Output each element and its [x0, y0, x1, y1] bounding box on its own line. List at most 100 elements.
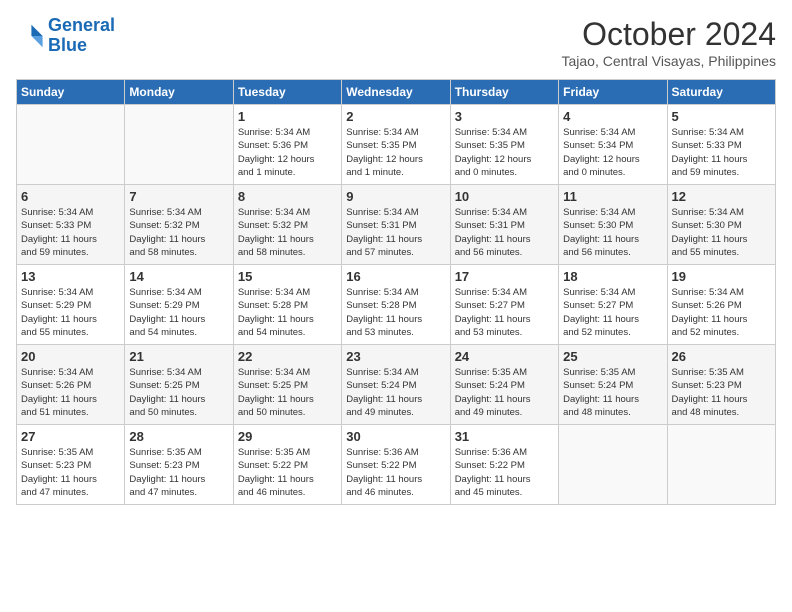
day-info: Sunrise: 5:35 AM Sunset: 5:23 PM Dayligh… [672, 366, 771, 419]
day-info: Sunrise: 5:34 AM Sunset: 5:32 PM Dayligh… [238, 206, 337, 259]
day-number: 29 [238, 429, 337, 444]
calendar-cell [125, 105, 233, 185]
calendar-cell: 30 Sunrise: 5:36 AM Sunset: 5:22 PM Dayli… [342, 425, 450, 505]
calendar-cell: 13 Sunrise: 5:34 AM Sunset: 5:29 PM Dayli… [17, 265, 125, 345]
day-number: 20 [21, 349, 120, 364]
calendar-cell [17, 105, 125, 185]
logo-line1: General [48, 15, 115, 35]
day-number: 3 [455, 109, 554, 124]
day-number: 14 [129, 269, 228, 284]
day-info: Sunrise: 5:34 AM Sunset: 5:29 PM Dayligh… [129, 286, 228, 339]
calendar-cell: 9 Sunrise: 5:34 AM Sunset: 5:31 PM Daylig… [342, 185, 450, 265]
logo-line2: Blue [48, 35, 87, 55]
day-number: 7 [129, 189, 228, 204]
day-number: 19 [672, 269, 771, 284]
calendar-cell: 29 Sunrise: 5:35 AM Sunset: 5:22 PM Dayli… [233, 425, 341, 505]
calendar-cell: 10 Sunrise: 5:34 AM Sunset: 5:31 PM Dayli… [450, 185, 558, 265]
calendar-cell: 18Sunrise: 5:34 AM Sunset: 5:27 PM Dayli… [559, 265, 667, 345]
day-number: 27 [21, 429, 120, 444]
day-number: 4 [563, 109, 662, 124]
day-info: Sunrise: 5:34 AM Sunset: 5:35 PM Dayligh… [346, 126, 445, 179]
day-number: 31 [455, 429, 554, 444]
weekday-header-thursday: Thursday [450, 80, 558, 105]
day-number: 25 [563, 349, 662, 364]
day-info: Sunrise: 5:34 AM Sunset: 5:33 PM Dayligh… [21, 206, 120, 259]
day-number: 23 [346, 349, 445, 364]
day-info: Sunrise: 5:36 AM Sunset: 5:22 PM Dayligh… [455, 446, 554, 499]
calendar-cell [667, 425, 775, 505]
weekday-header-wednesday: Wednesday [342, 80, 450, 105]
day-info: Sunrise: 5:34 AM Sunset: 5:30 PM Dayligh… [672, 206, 771, 259]
calendar-cell: 16 Sunrise: 5:34 AM Sunset: 5:28 PM Dayli… [342, 265, 450, 345]
page-header: General Blue October 2024 Tajao, Central… [16, 16, 776, 69]
day-number: 2 [346, 109, 445, 124]
day-info: Sunrise: 5:34 AM Sunset: 5:33 PM Dayligh… [672, 126, 771, 179]
day-info: Sunrise: 5:34 AM Sunset: 5:35 PM Dayligh… [455, 126, 554, 179]
calendar-cell: 23 Sunrise: 5:34 AM Sunset: 5:24 PM Dayli… [342, 345, 450, 425]
day-info: Sunrise: 5:34 AM Sunset: 5:28 PM Dayligh… [238, 286, 337, 339]
day-info: Sunrise: 5:34 AM Sunset: 5:26 PM Dayligh… [21, 366, 120, 419]
day-number: 24 [455, 349, 554, 364]
calendar-cell: 7 Sunrise: 5:34 AM Sunset: 5:32 PM Daylig… [125, 185, 233, 265]
day-number: 6 [21, 189, 120, 204]
calendar-cell: 27Sunrise: 5:35 AM Sunset: 5:23 PM Dayli… [17, 425, 125, 505]
calendar-cell: 28 Sunrise: 5:35 AM Sunset: 5:23 PM Dayli… [125, 425, 233, 505]
calendar-cell: 25 Sunrise: 5:35 AM Sunset: 5:24 PM Dayli… [559, 345, 667, 425]
calendar-cell: 14 Sunrise: 5:34 AM Sunset: 5:29 PM Dayli… [125, 265, 233, 345]
calendar-cell: 20 Sunrise: 5:34 AM Sunset: 5:26 PM Dayli… [17, 345, 125, 425]
day-info: Sunrise: 5:34 AM Sunset: 5:27 PM Dayligh… [563, 286, 662, 339]
day-info: Sunrise: 5:34 AM Sunset: 5:31 PM Dayligh… [346, 206, 445, 259]
day-info: Sunrise: 5:35 AM Sunset: 5:23 PM Dayligh… [129, 446, 228, 499]
day-info: Sunrise: 5:34 AM Sunset: 5:25 PM Dayligh… [238, 366, 337, 419]
weekday-header-monday: Monday [125, 80, 233, 105]
calendar-cell: 31 Sunrise: 5:36 AM Sunset: 5:22 PM Dayli… [450, 425, 558, 505]
weekday-header-friday: Friday [559, 80, 667, 105]
day-info: Sunrise: 5:34 AM Sunset: 5:24 PM Dayligh… [346, 366, 445, 419]
logo-icon [16, 22, 44, 50]
logo: General Blue [16, 16, 115, 56]
calendar-week-row: 6 Sunrise: 5:34 AM Sunset: 5:33 PM Daylig… [17, 185, 776, 265]
day-info: Sunrise: 5:35 AM Sunset: 5:24 PM Dayligh… [455, 366, 554, 419]
day-info: Sunrise: 5:35 AM Sunset: 5:24 PM Dayligh… [563, 366, 662, 419]
calendar-cell: 26 Sunrise: 5:35 AM Sunset: 5:23 PM Dayli… [667, 345, 775, 425]
calendar-cell: 1Sunrise: 5:34 AM Sunset: 5:36 PM Daylig… [233, 105, 341, 185]
day-info: Sunrise: 5:34 AM Sunset: 5:25 PM Dayligh… [129, 366, 228, 419]
calendar-cell: 3 Sunrise: 5:34 AM Sunset: 5:35 PM Daylig… [450, 105, 558, 185]
day-info: Sunrise: 5:34 AM Sunset: 5:31 PM Dayligh… [455, 206, 554, 259]
day-info: Sunrise: 5:34 AM Sunset: 5:26 PM Dayligh… [672, 286, 771, 339]
day-number: 28 [129, 429, 228, 444]
calendar-cell: 11 Sunrise: 5:34 AM Sunset: 5:30 PM Dayli… [559, 185, 667, 265]
day-info: Sunrise: 5:34 AM Sunset: 5:28 PM Dayligh… [346, 286, 445, 339]
day-number: 15 [238, 269, 337, 284]
calendar-week-row: 27 Sunrise: 5:35 AM Sunset: 5:23 PM Dayli… [17, 425, 776, 505]
day-number: 12 [672, 189, 771, 204]
calendar-cell: 24 Sunrise: 5:35 AM Sunset: 5:24 PM Dayli… [450, 345, 558, 425]
calendar-cell [559, 425, 667, 505]
day-number: 10 [455, 189, 554, 204]
day-number: 16 [346, 269, 445, 284]
day-info: Sunrise: 5:36 AM Sunset: 5:22 PM Dayligh… [346, 446, 445, 499]
day-info: Sunrise: 5:34 AM Sunset: 5:32 PM Dayligh… [129, 206, 228, 259]
day-number: 21 [129, 349, 228, 364]
location-subtitle: Tajao, Central Visayas, Philippines [561, 53, 776, 69]
day-number: 11 [563, 189, 662, 204]
title-block: October 2024 Tajao, Central Visayas, Phi… [561, 16, 776, 69]
day-info: Sunrise: 5:35 AM Sunset: 5:22 PM Dayligh… [238, 446, 337, 499]
day-info: Sunrise: 5:34 AM Sunset: 5:29 PM Dayligh… [21, 286, 120, 339]
month-title: October 2024 [561, 16, 776, 53]
logo-text: General Blue [48, 16, 115, 56]
weekday-header-row: SundayMondayTuesdayWednesdayThursdayFrid… [17, 80, 776, 105]
day-number: 9 [346, 189, 445, 204]
day-info: Sunrise: 5:34 AM Sunset: 5:27 PM Dayligh… [455, 286, 554, 339]
calendar-cell: 8Sunrise: 5:34 AM Sunset: 5:32 PM Daylig… [233, 185, 341, 265]
day-number: 26 [672, 349, 771, 364]
day-number: 13 [21, 269, 120, 284]
day-number: 5 [672, 109, 771, 124]
calendar-cell: 19 Sunrise: 5:34 AM Sunset: 5:26 PM Dayli… [667, 265, 775, 345]
day-number: 30 [346, 429, 445, 444]
day-number: 17 [455, 269, 554, 284]
calendar-cell: 21 Sunrise: 5:34 AM Sunset: 5:25 PM Dayli… [125, 345, 233, 425]
calendar-cell: 12 Sunrise: 5:34 AM Sunset: 5:30 PM Dayli… [667, 185, 775, 265]
day-info: Sunrise: 5:34 AM Sunset: 5:30 PM Dayligh… [563, 206, 662, 259]
weekday-header-saturday: Saturday [667, 80, 775, 105]
